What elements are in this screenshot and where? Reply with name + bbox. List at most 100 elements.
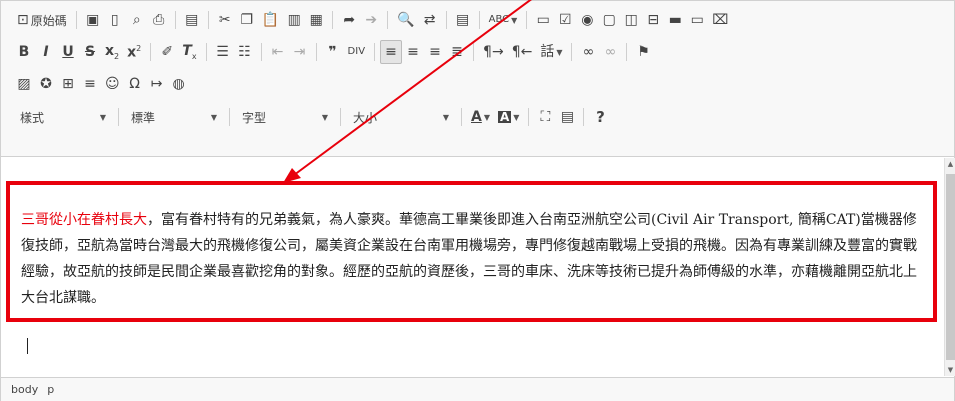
scroll-up-icon[interactable]: ▲: [945, 160, 955, 168]
font-color-button[interactable]: A ▼: [467, 105, 494, 129]
new-page-button[interactable]: ▯: [104, 8, 126, 32]
vertical-scrollbar[interactable]: ▲ ▼: [944, 158, 955, 376]
radio-button[interactable]: ◉: [576, 8, 598, 32]
bulleted-list-button[interactable]: ☷: [234, 40, 256, 64]
outdent-button[interactable]: ⇤: [267, 40, 289, 64]
size-dropdown[interactable]: 大小 ▼: [346, 105, 456, 129]
spellcheck-button[interactable]: ABC ▼: [485, 8, 522, 32]
horizontal-rule-icon: ≡: [84, 76, 96, 92]
path-item-p[interactable]: p: [47, 383, 54, 396]
link-button[interactable]: ∞: [577, 40, 599, 64]
toolbar-separator: [207, 11, 209, 29]
scroll-down-icon[interactable]: ▼: [945, 366, 955, 374]
text-cursor: [27, 338, 28, 354]
save-button[interactable]: ▣: [82, 8, 104, 32]
select-all-button[interactable]: ▤: [452, 8, 474, 32]
source-button[interactable]: ⊡ 原始碼: [13, 8, 71, 32]
align-left-icon: ≡: [385, 44, 397, 60]
italic-button[interactable]: I: [35, 40, 57, 64]
indent-button[interactable]: ⇥: [289, 40, 311, 64]
iframe-button[interactable]: ◍: [168, 72, 190, 96]
rtl-button[interactable]: ¶←: [508, 40, 537, 64]
underline-button[interactable]: U: [57, 40, 79, 64]
preview-button[interactable]: ⌕: [126, 8, 148, 32]
cut-button[interactable]: ✂: [214, 8, 236, 32]
quote-icon: ❞: [328, 44, 337, 60]
format-dropdown[interactable]: 標準 ▼: [124, 105, 224, 129]
style-dropdown[interactable]: 樣式 ▼: [13, 105, 113, 129]
toolbar-separator: [528, 108, 530, 126]
page-break-button[interactable]: ↦: [146, 72, 168, 96]
special-char-button[interactable]: Ω: [124, 72, 146, 96]
unlink-button[interactable]: ∞: [599, 40, 621, 64]
bg-color-button[interactable]: A ▼: [494, 105, 523, 129]
paste-button[interactable]: 📋: [258, 8, 283, 32]
toolbar-separator: [75, 11, 77, 29]
toolbar-separator: [118, 108, 119, 126]
print-button[interactable]: ⎙: [148, 8, 170, 32]
ltr-button[interactable]: ¶→: [479, 40, 508, 64]
align-right-button[interactable]: ≡: [424, 40, 446, 64]
content-paragraph[interactable]: 三哥從小在眷村長大，富有眷村特有的兄弟義氣，為人豪爽。華德高工畢業後即進入台南亞…: [21, 207, 921, 311]
redo-button[interactable]: ➔: [360, 8, 382, 32]
flash-button[interactable]: ✪: [35, 72, 57, 96]
select-field-button[interactable]: ⊟: [642, 8, 664, 32]
subscript-icon: x2: [105, 42, 120, 61]
toolbar-row-1: ⊡ 原始碼 ▣ ▯ ⌕ ⎙ ▤ ✂ ❐ 📋 ▥ ▦ ➦ ➔ 🔍 ⇄ ▤ ABC …: [13, 7, 732, 33]
numbered-list-button[interactable]: ☰: [212, 40, 234, 64]
anchor-button[interactable]: ⚑: [632, 40, 654, 64]
copy-button[interactable]: ❐: [236, 8, 258, 32]
form-button-button[interactable]: ▬: [664, 8, 686, 32]
replace-button[interactable]: ⇄: [419, 8, 441, 32]
globe-icon: ◍: [172, 76, 185, 92]
copy-format-button[interactable]: ✐: [156, 40, 178, 64]
chevron-down-icon: ▼: [210, 112, 217, 122]
subscript-button[interactable]: x2: [101, 40, 123, 64]
maximize-button[interactable]: ⛶: [534, 105, 556, 129]
hidden-field-button[interactable]: ⌧: [708, 8, 732, 32]
show-blocks-button[interactable]: ▤: [556, 105, 578, 129]
bold-button[interactable]: B: [13, 40, 35, 64]
scrollbar-thumb[interactable]: [946, 174, 955, 360]
toolbar-separator: [478, 11, 480, 29]
align-center-button[interactable]: ≡: [402, 40, 424, 64]
about-button[interactable]: ?: [589, 105, 611, 129]
chevron-down-icon: ▼: [511, 15, 518, 25]
form-button[interactable]: ▭: [532, 8, 554, 32]
templates-button[interactable]: ▤: [181, 8, 203, 32]
find-button[interactable]: 🔍: [393, 8, 418, 32]
copy-icon: ❐: [240, 12, 254, 28]
paste-word-button[interactable]: ▦: [305, 8, 327, 32]
language-button[interactable]: 話 ▼: [536, 40, 566, 64]
text-field-button[interactable]: ▢: [598, 8, 620, 32]
radio-icon: ◉: [581, 12, 594, 28]
horizontal-rule-button[interactable]: ≡: [79, 72, 101, 96]
create-div-button[interactable]: DIV: [344, 40, 370, 64]
checkbox-button[interactable]: ☑: [554, 8, 576, 32]
path-item-body[interactable]: body: [11, 383, 38, 396]
image-button-button[interactable]: ▭: [686, 8, 708, 32]
blockquote-button[interactable]: ❞: [322, 40, 344, 64]
maximize-icon: ⛶: [540, 109, 551, 125]
superscript-button[interactable]: x2: [123, 40, 145, 64]
flash-icon: ✪: [40, 76, 52, 92]
rich-text-editor: ⊡ 原始碼 ▣ ▯ ⌕ ⎙ ▤ ✂ ❐ 📋 ▥ ▦ ➦ ➔ 🔍 ⇄ ▤ ABC …: [0, 0, 955, 401]
smiley-button[interactable]: ☺: [101, 72, 124, 96]
undo-button[interactable]: ➦: [338, 8, 360, 32]
remove-format-button[interactable]: Tx: [178, 40, 200, 64]
font-dropdown[interactable]: 字型 ▼: [235, 105, 335, 129]
align-left-button[interactable]: ≡: [380, 40, 403, 64]
textarea-button[interactable]: ◫: [620, 8, 642, 32]
table-button[interactable]: ⊞: [57, 72, 79, 96]
image-button[interactable]: ▨: [13, 72, 35, 96]
toolbar-separator: [387, 11, 389, 29]
element-path-bar: body p: [1, 377, 954, 401]
align-justify-button[interactable]: ≣: [446, 40, 468, 64]
paste-text-button[interactable]: ▥: [283, 8, 305, 32]
editor-content-area[interactable]: 三哥從小在眷村長大，富有眷村特有的兄弟義氣，為人豪爽。華德高工畢業後即進入台南亞…: [1, 158, 943, 376]
spellcheck-icon: ABC: [488, 14, 510, 25]
toolbar-separator: [260, 43, 262, 61]
undo-icon: ➦: [343, 12, 356, 28]
chevron-down-icon: ▼: [442, 112, 449, 122]
strike-button[interactable]: S: [79, 40, 101, 64]
